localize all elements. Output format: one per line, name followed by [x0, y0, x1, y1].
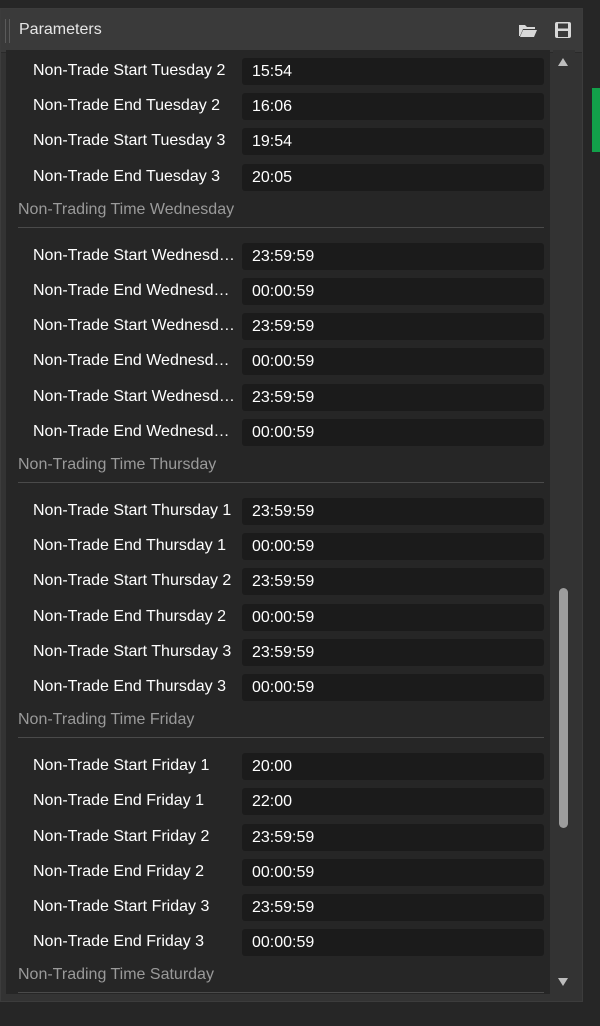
save-icon[interactable] — [554, 21, 574, 39]
parameter-row: Non-Trade Start Wednesday 2 — [6, 313, 550, 341]
parameter-label: Non-Trade End Thursday 3 — [33, 678, 226, 695]
scroll-up-icon[interactable] — [558, 58, 568, 66]
parameter-row: Non-Trade Start Thursday 1 — [6, 498, 550, 525]
parameter-row: Non-Trade Start Friday 3 — [6, 894, 550, 921]
parameter-value-input[interactable] — [242, 533, 544, 561]
side-accent-bar — [592, 88, 600, 152]
parameter-row: Non-Trade End Wednesday 3 — [6, 418, 550, 446]
section-title: Non-Trading Time Wednesday — [18, 200, 235, 218]
parameter-label: Non-Trade Start Wednesday 3 — [33, 387, 238, 405]
parameter-value-input[interactable] — [242, 788, 544, 816]
parameter-label: Non-Trade End Wednesday 3 — [33, 422, 238, 440]
parameter-row: Non-Trade End Friday 1 — [6, 788, 550, 816]
folder-open-icon[interactable] — [518, 21, 538, 39]
parameter-value-input[interactable] — [242, 278, 544, 305]
parameters-list[interactable]: Non-Trade Start Tuesday 2 Non-Trade End T… — [6, 50, 550, 994]
parameter-label: Non-Trade Start Thursday 1 — [33, 502, 232, 519]
section-divider — [18, 992, 544, 994]
parameter-value-input[interactable] — [242, 313, 544, 341]
parameter-label: Non-Trade Start Friday 2 — [33, 827, 210, 845]
parameter-value-input[interactable] — [242, 638, 544, 666]
parameter-value-input[interactable] — [242, 242, 544, 270]
parameter-value-input[interactable] — [242, 603, 544, 631]
section-title: Non-Trading Time Thursday — [18, 456, 217, 473]
drag-grip-icon[interactable] — [5, 19, 10, 43]
parameter-label: Non-Trade Start Friday 1 — [33, 757, 210, 775]
parameter-label: Non-Trade End Wednesday 1 — [33, 282, 238, 299]
parameter-label: Non-Trade End Wednesday 2 — [33, 352, 238, 370]
parameter-label: Non-Trade Start Thursday 3 — [33, 642, 232, 660]
app-window: Parameters Non-Trade Start Tuesday 2Non-… — [0, 0, 600, 1026]
section-title: Non-Trading Time Friday — [18, 711, 195, 729]
section-divider — [18, 737, 544, 739]
section-header: Non-Trading Time Thursday — [6, 454, 550, 484]
parameter-value-input[interactable] — [242, 498, 544, 525]
parameter-value-input[interactable] — [242, 894, 544, 921]
parameter-value-input[interactable] — [242, 418, 544, 446]
parameter-row: Non-Trade Start Thursday 2 — [6, 568, 550, 596]
parameter-row: Non-Trade Start Tuesday 3 — [6, 128, 550, 156]
parameter-row: Non-Trade Start Friday 2 — [6, 823, 550, 851]
parameter-value-input[interactable] — [242, 163, 544, 191]
parameter-row: Non-Trade End Tuesday 2 — [6, 93, 550, 121]
parameter-label: Non-Trade Start Tuesday 3 — [33, 132, 226, 150]
parameter-value-input[interactable] — [242, 383, 544, 411]
parameter-value-input[interactable] — [242, 823, 544, 851]
section-divider — [18, 482, 544, 483]
parameter-row: Non-Trade End Wednesday 1 — [6, 278, 550, 305]
parameter-value-input[interactable] — [242, 93, 544, 121]
scroll-down-icon[interactable] — [558, 978, 568, 986]
parameter-label: Non-Trade End Friday 3 — [33, 933, 205, 951]
parameter-row: Non-Trade Start Thursday 3 — [6, 638, 550, 666]
parameter-label: Non-Trade Start Wednesday 2 — [33, 317, 238, 335]
parameter-value-input[interactable] — [242, 753, 544, 781]
section-header: Non-Trading Time Friday — [6, 709, 550, 739]
parameter-value-input[interactable] — [242, 674, 544, 701]
parameter-row: Non-Trade End Thursday 3 — [6, 674, 550, 701]
parameter-label: Non-Trade End Friday 2 — [33, 862, 205, 880]
parameter-label: Non-Trade Start Wednesday 1 — [33, 246, 238, 264]
panel-title: Parameters — [19, 21, 102, 38]
parameter-label: Non-Trade End Tuesday 2 — [33, 97, 221, 115]
section-title: Non-Trading Time Saturday — [18, 966, 214, 984]
parameter-value-input[interactable] — [242, 568, 544, 596]
parameter-row: Non-Trade Start Wednesday 3 — [6, 383, 550, 411]
parameter-row: Non-Trade Start Wednesday 1 — [6, 242, 550, 270]
parameter-label: Non-Trade End Tuesday 3 — [33, 167, 221, 185]
section-header: Non-Trading Time Wednesday — [6, 199, 550, 229]
parameter-label: Non-Trade End Thursday 2 — [33, 607, 226, 625]
panel-header: Parameters — [1, 9, 582, 53]
scroll-thumb[interactable] — [559, 588, 568, 828]
parameter-value-input[interactable] — [242, 128, 544, 156]
parameter-label: Non-Trade Start Tuesday 2 — [33, 62, 226, 79]
parameter-value-input[interactable] — [242, 348, 544, 376]
parameter-row: Non-Trade Start Tuesday 2 — [6, 58, 550, 85]
parameter-row: Non-Trade Start Friday 1 — [6, 753, 550, 781]
parameter-row: Non-Trade End Tuesday 3 — [6, 163, 550, 191]
section-divider — [18, 226, 544, 228]
parameter-row: Non-Trade End Wednesday 2 — [6, 348, 550, 376]
parameter-row: Non-Trade End Friday 2 — [6, 858, 550, 886]
vertical-scrollbar[interactable] — [553, 50, 575, 994]
parameter-label: Non-Trade Start Thursday 2 — [33, 572, 232, 590]
parameter-value-input[interactable] — [242, 929, 544, 957]
parameter-label: Non-Trade Start Friday 3 — [33, 898, 210, 915]
parameter-label: Non-Trade End Friday 1 — [33, 792, 205, 810]
parameter-row: Non-Trade End Friday 3 — [6, 929, 550, 957]
parameter-value-input[interactable] — [242, 858, 544, 886]
parameter-row: Non-Trade End Thursday 2 — [6, 603, 550, 631]
parameter-row: Non-Trade End Thursday 1 — [6, 533, 550, 561]
section-header: Non-Trading Time Saturday — [6, 964, 550, 994]
parameter-label: Non-Trade End Thursday 1 — [33, 537, 226, 555]
parameter-value-input[interactable] — [242, 58, 544, 85]
